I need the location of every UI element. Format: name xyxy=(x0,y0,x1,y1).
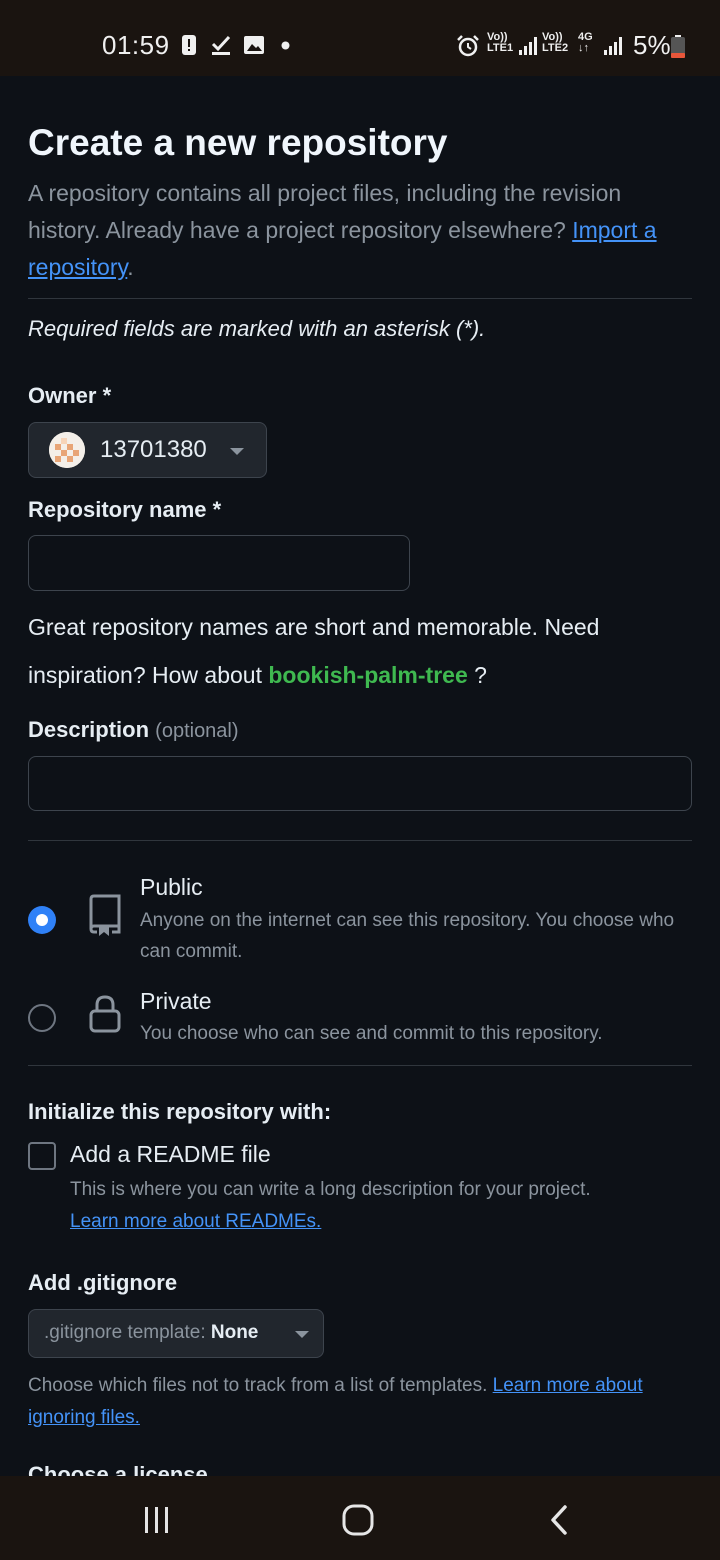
data-arrows-icon: ↓↑ xyxy=(578,42,589,54)
readme-checkbox[interactable] xyxy=(28,1142,56,1170)
page-title: Create a new repository xyxy=(28,122,448,163)
gallery-icon xyxy=(244,36,264,54)
status-time: 01:59 xyxy=(102,30,170,60)
gitignore-hint-text: Choose which files not to track from a l… xyxy=(28,1375,488,1396)
battery-icon xyxy=(671,35,685,58)
gitignore-hint: Choose which files not to track from a l… xyxy=(28,1370,692,1434)
description-label-text: Description xyxy=(28,717,150,742)
home-icon[interactable] xyxy=(341,1503,375,1537)
repo-icon xyxy=(89,894,121,936)
gitignore-heading: Add .gitignore xyxy=(28,1270,178,1295)
readme-label: Add a README file xyxy=(70,1141,271,1167)
signal-icon xyxy=(519,37,537,55)
avatar xyxy=(49,432,85,468)
alert-icon xyxy=(182,35,196,55)
divider xyxy=(28,840,692,841)
navigation-bar xyxy=(0,1476,720,1560)
gitignore-select-prefix: .gitignore template: xyxy=(44,1322,206,1343)
private-title: Private xyxy=(140,988,212,1014)
description-label: Description (optional) xyxy=(28,717,239,743)
owner-value: 13701380 xyxy=(100,436,207,463)
public-title: Public xyxy=(140,874,203,900)
sim1-lte: LTE1 xyxy=(487,42,514,54)
sim2-network-label: Vo)) LTE2 xyxy=(542,32,568,54)
public-radio[interactable] xyxy=(28,906,56,934)
gitignore-select-value: None xyxy=(210,1322,259,1343)
optional-tag: (optional) xyxy=(155,720,239,742)
sim2-lte: LTE2 xyxy=(542,42,569,54)
recent-apps-icon[interactable] xyxy=(142,1505,172,1535)
sim1-network-label: Vo)) LTE1 xyxy=(487,32,513,54)
required-note: Required fields are marked with an aster… xyxy=(28,316,486,341)
repository-name-hint: Great repository names are short and mem… xyxy=(28,603,692,699)
description-input[interactable] xyxy=(28,756,692,811)
private-description: You choose who can see and commit to thi… xyxy=(140,1023,603,1044)
readme-description: This is where you can write a long descr… xyxy=(70,1174,690,1238)
identicon-icon xyxy=(49,432,85,468)
signal-icon-2 xyxy=(604,37,622,55)
repository-name-input[interactable] xyxy=(28,535,410,591)
private-radio[interactable] xyxy=(28,1004,56,1032)
intro-body: A repository contains all project files,… xyxy=(28,180,622,243)
owner-label: Owner * xyxy=(28,383,112,408)
gitignore-select-label: .gitignore template: None xyxy=(44,1322,258,1344)
notification-dot-icon xyxy=(281,41,290,50)
public-description: Anyone on the internet can see this repo… xyxy=(140,910,675,962)
initialize-heading: Initialize this repository with: xyxy=(28,1099,332,1124)
chevron-down-icon xyxy=(230,448,244,455)
checkmark-icon xyxy=(211,35,231,55)
owner-dropdown[interactable]: 13701380 xyxy=(28,422,267,478)
chevron-down-icon xyxy=(295,1331,309,1338)
status-bar: 01:59 Vo)) LTE1 Vo)) LTE2 4G ↓↑ 5% xyxy=(0,0,720,76)
data-network-label: 4G ↓↑ xyxy=(578,32,593,54)
divider xyxy=(28,298,692,299)
readme-desc-text: This is where you can write a long descr… xyxy=(70,1179,591,1200)
back-icon[interactable] xyxy=(547,1504,573,1536)
intro-end: . xyxy=(127,254,134,280)
gitignore-template-select[interactable]: .gitignore template: None xyxy=(28,1309,324,1358)
hint-suffix: ? xyxy=(467,662,487,688)
alarm-icon xyxy=(457,35,479,57)
intro-text: A repository contains all project files,… xyxy=(28,175,692,286)
repository-name-label: Repository name * xyxy=(28,497,222,522)
battery-percent: 5% xyxy=(633,30,671,60)
divider xyxy=(28,1065,692,1066)
learn-readmes-link[interactable]: Learn more about READMEs. xyxy=(70,1211,321,1232)
lock-icon xyxy=(89,995,121,1033)
suggested-name-link[interactable]: bookish-palm-tree xyxy=(268,662,467,688)
